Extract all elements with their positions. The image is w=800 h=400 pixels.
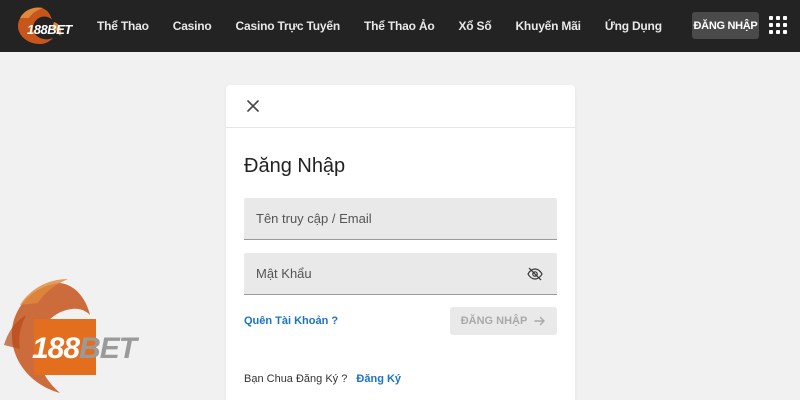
nav-item-khuyen-mai[interactable]: Khuyến Mãi [515,19,581,33]
arrow-right-icon [534,316,546,326]
eye-slash-icon[interactable] [527,267,543,281]
nav-item-ung-dung[interactable]: Ứng Dụng [605,19,662,33]
dialog-header [226,85,575,128]
signup-link[interactable]: Đăng Ký [356,373,401,385]
no-account-text: Bạn Chua Đăng Ký ? [244,373,348,385]
top-navigation-bar: 188BET Thể Thao Casino Casino Trực Tuyến… [0,0,800,52]
password-field-wrapper [244,253,557,295]
login-dialog: Đăng Nhập Quên Tài Khoản ? ĐĂNG NHẬP Bạn… [226,85,575,400]
submit-login-label: ĐĂNG NHẬP [460,315,528,327]
main-nav: Thể Thao Casino Casino Trực Tuyến Thể Th… [85,0,674,52]
brand-logo[interactable]: 188BET [10,4,72,48]
forgot-account-link[interactable]: Quên Tài Khoản ? [244,315,338,327]
signup-row: Bạn Chua Đăng Ký ? Đăng Ký [244,373,401,385]
nav-item-the-thao-ao[interactable]: Thể Thao Ảo [364,19,435,33]
nav-item-the-thao[interactable]: Thể Thao [97,19,149,33]
username-field-wrapper [244,198,557,240]
close-icon[interactable] [246,99,260,113]
nav-item-casino-truc-tuyen[interactable]: Casino Trực Tuyến [236,19,341,33]
password-input[interactable] [244,253,557,294]
nav-item-xo-so[interactable]: Xổ Số [458,19,491,33]
brand-logo-text: 188BET [27,22,72,37]
nav-item-casino[interactable]: Casino [173,19,212,33]
username-input[interactable] [244,198,557,239]
header-login-button[interactable]: ĐĂNG NHẬP [692,12,759,39]
dialog-title: Đăng Nhập [244,155,346,177]
grid-menu-icon[interactable] [769,16,787,34]
watermark-logo-text: 188BET [32,332,137,365]
submit-login-button[interactable]: ĐĂNG NHẬP [450,307,557,335]
